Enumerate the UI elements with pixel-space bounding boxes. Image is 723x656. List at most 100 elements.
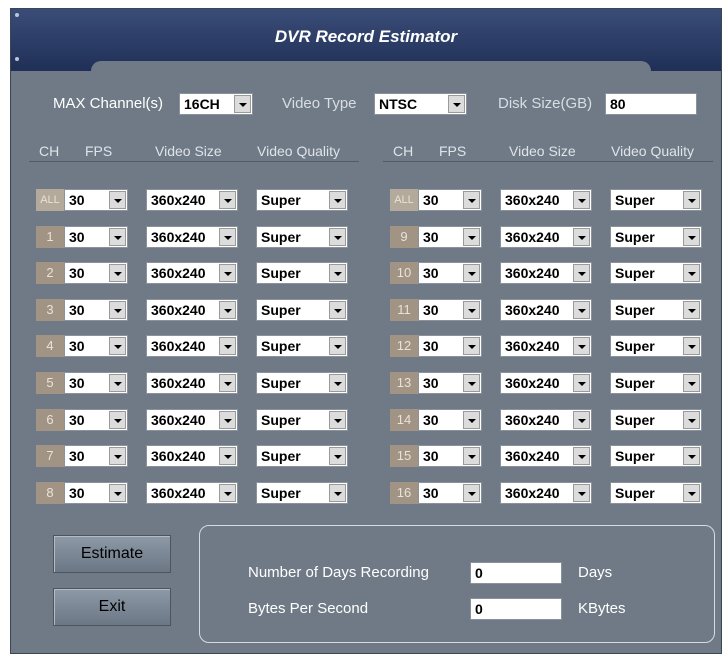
chevron-down-icon[interactable] — [463, 447, 480, 466]
video-quality-select[interactable]: Super — [256, 298, 348, 321]
video-quality-select[interactable]: Super — [610, 298, 702, 321]
chevron-down-icon[interactable] — [109, 410, 126, 429]
video-quality-select[interactable]: Super — [256, 225, 348, 248]
fps-select[interactable]: 30 — [418, 262, 482, 285]
fps-select[interactable]: 30 — [64, 372, 128, 394]
fps-select[interactable]: 30 — [418, 445, 482, 468]
video-size-select[interactable]: 360x240 — [146, 335, 238, 358]
chevron-down-icon[interactable] — [329, 191, 346, 209]
video-quality-select[interactable]: Super — [610, 189, 702, 211]
estimate-button[interactable]: Estimate — [53, 535, 171, 573]
chevron-down-icon[interactable] — [234, 95, 251, 113]
video-size-select[interactable]: 360x240 — [146, 372, 238, 394]
fps-select[interactable]: 30 — [64, 335, 128, 358]
video-quality-select[interactable]: Super — [610, 408, 702, 431]
fps-select[interactable]: 30 — [418, 189, 482, 211]
chevron-down-icon[interactable] — [109, 227, 126, 246]
chevron-down-icon[interactable] — [219, 264, 236, 283]
chevron-down-icon[interactable] — [219, 337, 236, 356]
chevron-down-icon[interactable] — [329, 300, 346, 319]
exit-button[interactable]: Exit — [53, 588, 171, 626]
video-quality-select[interactable]: Super — [256, 262, 348, 285]
chevron-down-icon[interactable] — [219, 410, 236, 429]
chevron-down-icon[interactable] — [463, 374, 480, 392]
chevron-down-icon[interactable] — [329, 483, 346, 502]
fps-select[interactable]: 30 — [418, 335, 482, 358]
video-size-select[interactable]: 360x240 — [500, 445, 592, 468]
fps-select[interactable]: 30 — [64, 408, 128, 431]
video-quality-select[interactable]: Super — [610, 481, 702, 504]
chevron-down-icon[interactable] — [109, 483, 126, 502]
chevron-down-icon[interactable] — [683, 374, 700, 392]
chevron-down-icon[interactable] — [683, 447, 700, 466]
chevron-down-icon[interactable] — [463, 483, 480, 502]
video-size-select[interactable]: 360x240 — [500, 262, 592, 285]
chevron-down-icon[interactable] — [463, 410, 480, 429]
chevron-down-icon[interactable] — [109, 337, 126, 356]
video-type-select[interactable]: NTSC — [374, 93, 467, 115]
video-size-select[interactable]: 360x240 — [500, 225, 592, 248]
chevron-down-icon[interactable] — [573, 227, 590, 246]
video-size-select[interactable]: 360x240 — [146, 481, 238, 504]
max-channels-select[interactable]: 16CH — [179, 93, 253, 115]
chevron-down-icon[interactable] — [109, 300, 126, 319]
video-size-select[interactable]: 360x240 — [500, 408, 592, 431]
video-size-select[interactable]: 360x240 — [146, 408, 238, 431]
video-quality-select[interactable]: Super — [256, 445, 348, 468]
video-quality-select[interactable]: Super — [256, 372, 348, 394]
chevron-down-icon[interactable] — [329, 227, 346, 246]
video-quality-select[interactable]: Super — [610, 372, 702, 394]
fps-select[interactable]: 30 — [418, 408, 482, 431]
fps-select[interactable]: 30 — [418, 372, 482, 394]
fps-select[interactable]: 30 — [418, 225, 482, 248]
fps-select[interactable]: 30 — [64, 189, 128, 211]
video-size-select[interactable]: 360x240 — [500, 189, 592, 211]
chevron-down-icon[interactable] — [683, 227, 700, 246]
chevron-down-icon[interactable] — [573, 300, 590, 319]
chevron-down-icon[interactable] — [109, 191, 126, 209]
chevron-down-icon[interactable] — [463, 191, 480, 209]
chevron-down-icon[interactable] — [109, 447, 126, 466]
video-size-select[interactable]: 360x240 — [500, 335, 592, 358]
chevron-down-icon[interactable] — [463, 227, 480, 246]
chevron-down-icon[interactable] — [683, 191, 700, 209]
video-size-select[interactable]: 360x240 — [146, 225, 238, 248]
video-quality-select[interactable]: Super — [256, 408, 348, 431]
chevron-down-icon[interactable] — [219, 483, 236, 502]
chevron-down-icon[interactable] — [219, 374, 236, 392]
video-size-select[interactable]: 360x240 — [500, 372, 592, 394]
chevron-down-icon[interactable] — [219, 447, 236, 466]
chevron-down-icon[interactable] — [573, 483, 590, 502]
video-quality-select[interactable]: Super — [256, 189, 348, 211]
chevron-down-icon[interactable] — [448, 95, 465, 113]
chevron-down-icon[interactable] — [463, 337, 480, 356]
video-quality-select[interactable]: Super — [610, 225, 702, 248]
chevron-down-icon[interactable] — [109, 264, 126, 283]
chevron-down-icon[interactable] — [573, 337, 590, 356]
chevron-down-icon[interactable] — [573, 264, 590, 283]
fps-select[interactable]: 30 — [64, 445, 128, 468]
video-size-select[interactable]: 360x240 — [500, 298, 592, 321]
chevron-down-icon[interactable] — [219, 300, 236, 319]
fps-select[interactable]: 30 — [418, 481, 482, 504]
video-quality-select[interactable]: Super — [256, 335, 348, 358]
chevron-down-icon[interactable] — [683, 264, 700, 283]
chevron-down-icon[interactable] — [683, 483, 700, 502]
chevron-down-icon[interactable] — [573, 191, 590, 209]
video-size-select[interactable]: 360x240 — [146, 189, 238, 211]
disk-size-input[interactable]: 80 — [605, 93, 697, 115]
video-quality-select[interactable]: Super — [610, 335, 702, 358]
fps-select[interactable]: 30 — [64, 298, 128, 321]
fps-select[interactable]: 30 — [64, 262, 128, 285]
chevron-down-icon[interactable] — [329, 447, 346, 466]
video-quality-select[interactable]: Super — [610, 262, 702, 285]
chevron-down-icon[interactable] — [109, 374, 126, 392]
video-size-select[interactable]: 360x240 — [146, 262, 238, 285]
chevron-down-icon[interactable] — [573, 447, 590, 466]
chevron-down-icon[interactable] — [683, 300, 700, 319]
video-size-select[interactable]: 360x240 — [146, 445, 238, 468]
chevron-down-icon[interactable] — [683, 410, 700, 429]
video-quality-select[interactable]: Super — [610, 445, 702, 468]
chevron-down-icon[interactable] — [219, 227, 236, 246]
video-size-select[interactable]: 360x240 — [500, 481, 592, 504]
